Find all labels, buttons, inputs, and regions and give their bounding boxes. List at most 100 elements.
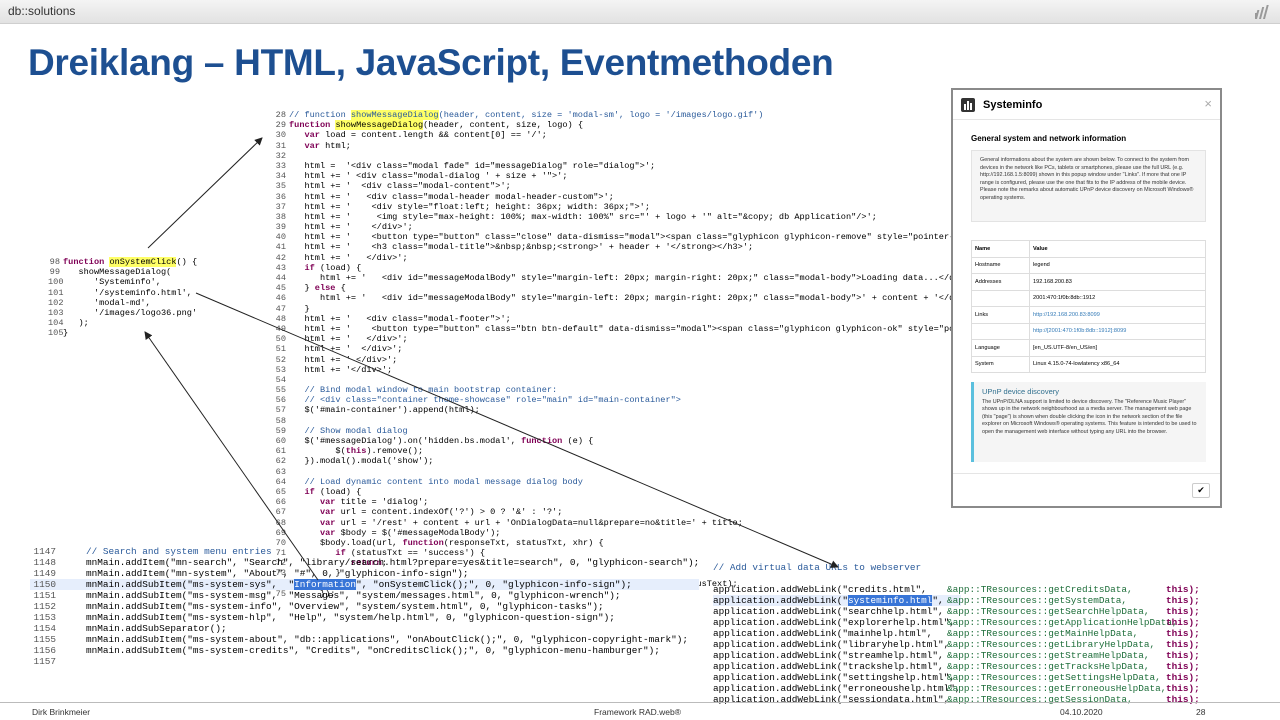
line-number: 39 bbox=[275, 222, 286, 233]
close-icon[interactable]: × bbox=[1204, 96, 1212, 111]
footer-author: Dirk Brinkmeier bbox=[32, 707, 91, 717]
line-number: 1149 bbox=[33, 568, 56, 579]
system-link[interactable]: http://192.168.200.83:8099 bbox=[1033, 312, 1100, 318]
code-line: application.addWebLink("settingshelp.htm… bbox=[713, 672, 1200, 683]
code-line: 1151 mnMain.addSubItem("ms-system-msg", "… bbox=[30, 590, 699, 601]
column-header-name: Name bbox=[971, 240, 1030, 258]
line-number: 62 bbox=[275, 456, 286, 467]
code-text: html += ' </div>'; bbox=[289, 344, 403, 355]
code-line: 32 bbox=[272, 151, 990, 161]
code-line: 1156 mnMain.addSubItem("ms-system-credits… bbox=[30, 645, 699, 656]
code-text: &app::TResources::getApplicationHelpData… bbox=[947, 617, 1178, 628]
code-block-web-links: // Add virtual data URLs to webserver ap… bbox=[713, 540, 1200, 705]
code-line: 38 html += ' <img style="max-height: 100… bbox=[272, 212, 990, 222]
row-name: Links bbox=[971, 306, 1030, 324]
line-number: 47 bbox=[275, 303, 286, 314]
code-text: application.addWebLink("searchhelp.html"… bbox=[713, 606, 944, 617]
code-text: this); bbox=[1166, 606, 1200, 617]
code-line: 48 html += ' <div class="modal-footer">'… bbox=[272, 314, 990, 324]
code-text: ); bbox=[63, 318, 89, 329]
code-text: // <div class="container theme-showcase"… bbox=[289, 395, 681, 406]
system-link[interactable]: http://[2001:470:1f0b:8db::1912]:8099 bbox=[1033, 328, 1126, 334]
code-block-menu-entries: 1147// Search and system menu entries 114… bbox=[30, 546, 700, 667]
code-text: } bbox=[63, 328, 69, 339]
code-line: 101 '/systeminfo.html', bbox=[48, 288, 197, 298]
line-number: 44 bbox=[275, 273, 286, 283]
code-line: 34 html += ' <div class="modal-dialog ' … bbox=[272, 171, 990, 181]
code-text: html += ' <div class="modal-content">'; bbox=[289, 181, 511, 192]
line-number: 33 bbox=[275, 160, 286, 171]
line-number: 38 bbox=[275, 211, 286, 222]
row-name bbox=[971, 289, 1030, 307]
code-line: 1148 mnMain.addItem("mn-search", "Search"… bbox=[30, 557, 699, 568]
code-text: }).modal().modal('show'); bbox=[289, 456, 434, 467]
code-text: $('#messageDialog').on('hidden.bs.modal'… bbox=[289, 436, 594, 446]
code-line: 1155 mnMain.addSubItem("ms-system-about",… bbox=[30, 634, 699, 645]
code-text: // function showMessageDialog(header, co… bbox=[289, 110, 764, 120]
line-number: 1157 bbox=[33, 656, 56, 667]
code-text: this); bbox=[1166, 661, 1200, 672]
code-line: 52 html += ' </div>'; bbox=[272, 355, 990, 365]
line-number: 66 bbox=[275, 497, 286, 508]
code-line: 1154 mnMain.addSubSeparator(); bbox=[30, 623, 699, 634]
table-row: Links http://192.168.200.83:8099 bbox=[971, 306, 1206, 324]
code-text: this); bbox=[1166, 639, 1200, 650]
code-line: application.addWebLink("erroneoushelp.ht… bbox=[713, 683, 1200, 694]
code-line: 65 if (load) { bbox=[272, 487, 990, 497]
code-line: 61 $(this).remove(); bbox=[272, 446, 990, 456]
code-text: mnMain.addSubItem("ms-system-hlp", "Help… bbox=[86, 612, 615, 623]
line-number: 59 bbox=[275, 425, 286, 436]
code-block-on-system-click: 98 function onSystemClick() {99 showMessa… bbox=[48, 257, 197, 339]
code-text: this); bbox=[1166, 595, 1200, 606]
code-line: 56 // <div class="container theme-showca… bbox=[272, 395, 990, 405]
code-line: 30 var load = content.length && content[… bbox=[272, 130, 990, 140]
code-text: var url = content.indexOf('?') > 0 ? '&'… bbox=[319, 507, 563, 518]
code-text: application.addWebLink("settingshelp.htm… bbox=[713, 672, 955, 683]
slide-footer: Dirk Brinkmeier Framework RAD.web® 04.10… bbox=[0, 702, 1280, 720]
code-text: application.addWebLink("explorerhelp.htm… bbox=[713, 617, 955, 628]
line-number: 53 bbox=[275, 364, 286, 375]
footer-title: Framework RAD.web® bbox=[594, 707, 682, 717]
code-text: &app::TResources::getErroneousHelpData, bbox=[947, 683, 1167, 694]
code-line: 46 html += ' <div id="messageModalBody" … bbox=[272, 293, 990, 303]
code-text: showMessageDialog( bbox=[63, 267, 172, 278]
line-number: 28 bbox=[275, 110, 286, 120]
line-number: 41 bbox=[275, 242, 286, 253]
line-number: 104 bbox=[48, 318, 64, 329]
table-header-row: Name Value bbox=[971, 240, 1206, 258]
code-text: function onSystemClick() { bbox=[63, 257, 198, 267]
upnp-callout: UPnP device discovery The UPnP/DLNA supp… bbox=[971, 382, 1206, 462]
code-text: html += ' </div>'; bbox=[289, 334, 408, 345]
code-text: &app::TResources::getSearchHelpData, bbox=[947, 606, 1150, 617]
code-text: mnMain.addSubItem("ms-system-msg", "Mess… bbox=[86, 590, 621, 601]
code-text: html += ' <div class="modal-footer">'; bbox=[289, 313, 511, 324]
code-text: &app::TResources::getTracksHelpData, bbox=[947, 661, 1150, 672]
line-number: 40 bbox=[275, 232, 286, 243]
code-text: var $body = $('#messageModalBody'); bbox=[319, 527, 501, 538]
top-bar: db::solutions bbox=[0, 0, 1280, 24]
code-line: 1147 // Search and system menu entries bbox=[30, 546, 699, 557]
code-comment: // Add virtual data URLs to webserver bbox=[713, 562, 922, 573]
code-line: 1152 mnMain.addSubItem("ms-system-info", … bbox=[30, 601, 699, 612]
code-line: 35 html += ' <div class="modal-content">… bbox=[272, 181, 990, 191]
line-number: 65 bbox=[275, 486, 286, 497]
code-text: // Show modal dialog bbox=[289, 425, 408, 436]
code-line: 54 bbox=[272, 375, 990, 385]
line-number: 1148 bbox=[33, 557, 56, 568]
code-text: html += ' <div class="modal-header modal… bbox=[289, 191, 614, 202]
code-text: this); bbox=[1166, 584, 1200, 595]
code-text: '/images/logo36.png' bbox=[63, 307, 198, 318]
code-line: 62 }).modal().modal('show'); bbox=[272, 456, 990, 466]
code-line: 53 html += '</div>'; bbox=[272, 365, 990, 375]
code-text: application.addWebLink("mainhelp.html", bbox=[713, 628, 933, 639]
line-number: 50 bbox=[275, 334, 286, 345]
code-text: var url = '/rest' + content + url + 'OnD… bbox=[319, 517, 743, 528]
code-text: mnMain.addSubItem("ms-system-credits", "… bbox=[86, 645, 660, 656]
code-line: application.addWebLink("searchhelp.html"… bbox=[713, 606, 1200, 617]
line-number: 52 bbox=[275, 354, 286, 365]
code-line: application.addWebLink("trackshelp.html"… bbox=[713, 661, 1200, 672]
code-text: // Load dynamic content into modal messa… bbox=[289, 476, 583, 487]
ok-button[interactable]: ✔ bbox=[1192, 483, 1210, 498]
code-line: 58 bbox=[272, 416, 990, 426]
code-line: 1153 mnMain.addSubItem("ms-system-hlp", "… bbox=[30, 612, 699, 623]
